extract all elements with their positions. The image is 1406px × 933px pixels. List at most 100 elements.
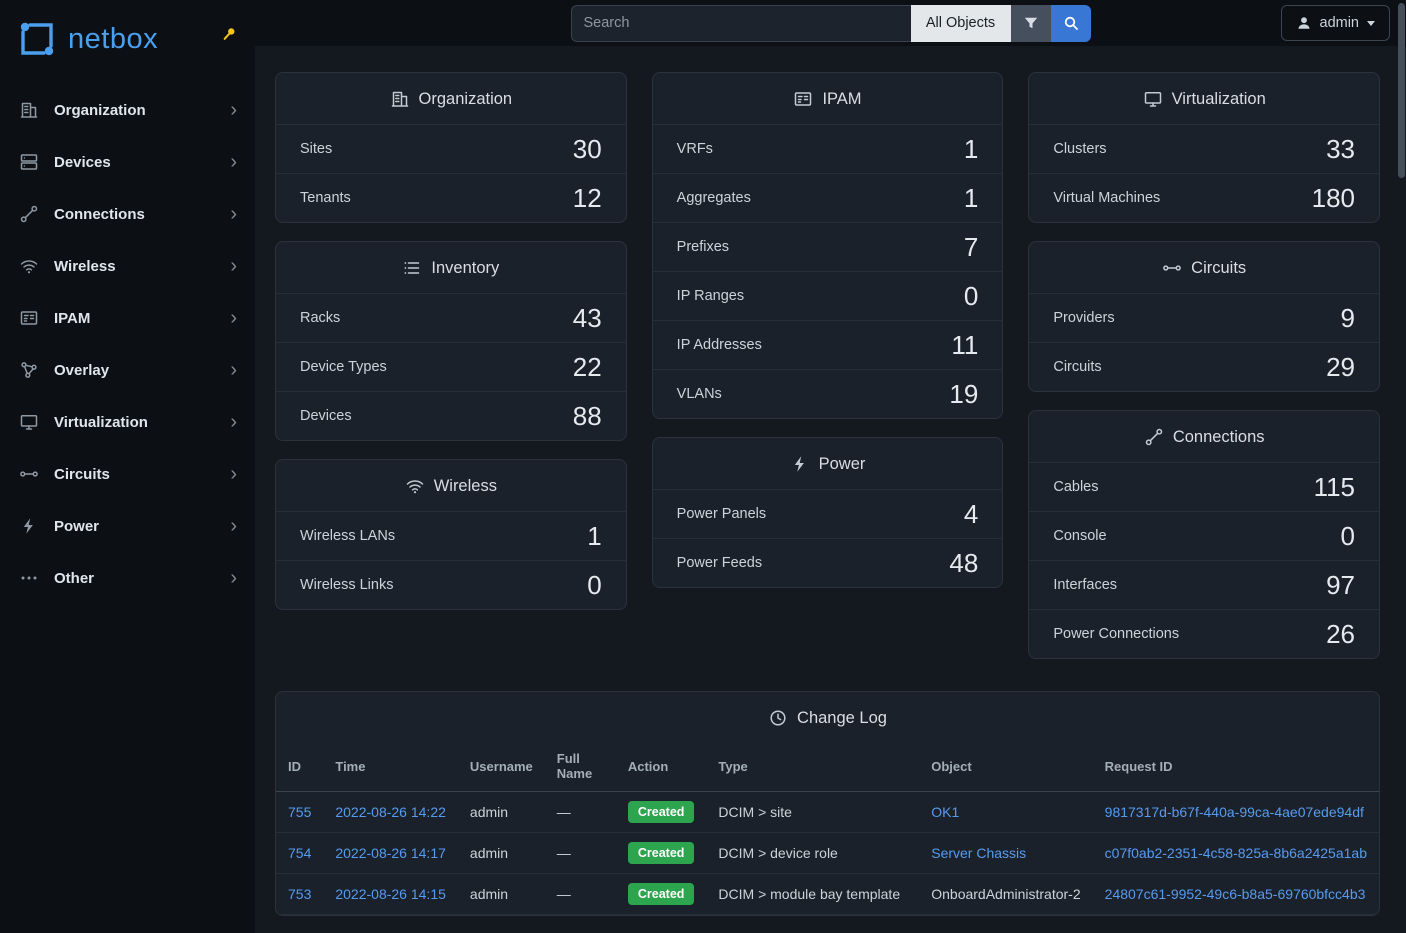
stat-value-link[interactable]: 12: [573, 183, 602, 214]
changelog-row: 755 2022-08-26 14:22 admin — Created DCI…: [276, 792, 1379, 833]
request-id-link[interactable]: 24807c61-9952-49c6-b8a5-69760bfcc4b3: [1105, 886, 1366, 902]
card-header: Power: [653, 438, 1003, 489]
stat-label: Device Types: [300, 359, 387, 375]
type-cell: DCIM > module bay template: [706, 874, 919, 915]
column-header-fullname: Full Name: [545, 743, 616, 792]
changelog-row: 754 2022-08-26 14:17 admin — Created DCI…: [276, 833, 1379, 874]
search-input[interactable]: [571, 5, 911, 42]
brand-name: netbox: [68, 23, 158, 56]
column-header-id: ID: [276, 743, 323, 792]
changelog-id-link[interactable]: 754: [288, 845, 311, 861]
stat-value-link[interactable]: 88: [573, 401, 602, 432]
building-icon: [390, 89, 410, 109]
card-header: Inventory: [276, 242, 626, 293]
stat-value-link[interactable]: 115: [1314, 472, 1355, 503]
fullname-cell: —: [545, 874, 616, 915]
search-submit-button[interactable]: [1051, 5, 1091, 42]
changelog-time-link[interactable]: 2022-08-26 14:15: [335, 886, 446, 902]
column-header-time: Time: [323, 743, 458, 792]
stat-value-link[interactable]: 1: [587, 521, 601, 552]
stat-value-link[interactable]: 48: [949, 548, 978, 579]
card-header: Connections: [1029, 411, 1379, 462]
fullname-cell: —: [545, 833, 616, 874]
changelog-id-link[interactable]: 755: [288, 804, 311, 820]
brand[interactable]: netbox: [0, 0, 255, 76]
sidebar-item-other[interactable]: Other ›: [0, 552, 255, 604]
stat-value-link[interactable]: 9: [1341, 303, 1355, 334]
stat-value-link[interactable]: 0: [1341, 521, 1355, 552]
request-id-link[interactable]: c07f0ab2-2351-4c58-825a-8b6a2425a1ab: [1105, 845, 1367, 861]
chevron-right-icon: ›: [230, 100, 237, 120]
stat-value-link[interactable]: 0: [964, 281, 978, 312]
sidebar-item-ipam[interactable]: IPAM ›: [0, 292, 255, 344]
sidebar-item-devices[interactable]: Devices ›: [0, 136, 255, 188]
stat-value-link[interactable]: 180: [1312, 183, 1355, 214]
inventory-card: Inventory Racks 43 Device Types 22 Devic…: [275, 241, 627, 441]
stat-value-link[interactable]: 7: [964, 232, 978, 263]
action-created-badge: Created: [628, 801, 695, 823]
stat-row: Clusters 33: [1029, 124, 1379, 173]
sidebar-item-wireless[interactable]: Wireless ›: [0, 240, 255, 292]
stat-value-link[interactable]: 26: [1326, 619, 1355, 650]
stat-value-link[interactable]: 19: [949, 379, 978, 410]
pin-sidebar-icon[interactable]: [221, 26, 237, 42]
sidebar: netbox Organization › Devices: [0, 0, 255, 933]
filter-button[interactable]: [1011, 5, 1051, 42]
card-title: Virtualization: [1172, 90, 1266, 109]
stat-label: Wireless Links: [300, 577, 393, 593]
stat-value-link[interactable]: 30: [573, 134, 602, 165]
sidebar-item-label: IPAM: [54, 310, 216, 327]
changelog-time-link[interactable]: 2022-08-26 14:22: [335, 804, 446, 820]
changelog-table: ID Time Username Full Name Action Type O…: [276, 743, 1379, 915]
chevron-right-icon: ›: [230, 464, 237, 484]
sidebar-item-label: Connections: [54, 206, 216, 223]
cable-icon: [1144, 427, 1164, 447]
stat-label: Power Panels: [677, 506, 766, 522]
stat-value-link[interactable]: 0: [587, 570, 601, 601]
user-menu-label: admin: [1320, 15, 1360, 31]
user-menu-button[interactable]: admin: [1281, 5, 1391, 41]
object-link[interactable]: OK1: [931, 804, 959, 820]
search-scope-dropdown[interactable]: All Objects: [911, 5, 1011, 42]
card-title: Circuits: [1191, 259, 1246, 278]
sidebar-item-circuits[interactable]: Circuits ›: [0, 448, 255, 500]
sidebar-item-power[interactable]: Power ›: [0, 500, 255, 552]
stat-label: Prefixes: [677, 239, 729, 255]
changelog-id-link[interactable]: 753: [288, 886, 311, 902]
stat-label: Aggregates: [677, 190, 751, 206]
chevron-right-icon: ›: [230, 152, 237, 172]
monitor-icon: [1143, 89, 1163, 109]
stat-value-link[interactable]: 43: [573, 303, 602, 334]
dashboard-column-2: IPAM VRFs 1 Aggregates 1 Prefixes 7: [652, 72, 1004, 588]
stat-value-link[interactable]: 33: [1326, 134, 1355, 165]
stat-row: VLANs 19: [653, 369, 1003, 418]
stat-value-link[interactable]: 1: [964, 183, 978, 214]
card-title: Organization: [419, 90, 513, 109]
stat-label: Sites: [300, 141, 332, 157]
list-icon: [402, 258, 422, 278]
changelog-time-link[interactable]: 2022-08-26 14:17: [335, 845, 446, 861]
stat-value-link[interactable]: 97: [1326, 570, 1355, 601]
scrollbar-thumb[interactable]: [1398, 3, 1405, 178]
request-id-link[interactable]: 9817317d-b67f-440a-99ca-4ae07ede94df: [1105, 804, 1364, 820]
stat-value-link[interactable]: 1: [964, 134, 978, 165]
stat-row: Circuits 29: [1029, 342, 1379, 391]
chevron-right-icon: ›: [230, 360, 237, 380]
virtualization-icon: [18, 411, 40, 433]
stat-value-link[interactable]: 22: [573, 352, 602, 383]
circuits-card: Circuits Providers 9 Circuits 29: [1028, 241, 1380, 392]
dashboard-column-1: Organization Sites 30 Tenants 12: [275, 72, 627, 610]
sidebar-item-connections[interactable]: Connections ›: [0, 188, 255, 240]
sidebar-item-virtualization[interactable]: Virtualization ›: [0, 396, 255, 448]
sidebar-item-overlay[interactable]: Overlay ›: [0, 344, 255, 396]
page-scrollbar[interactable]: [1398, 0, 1405, 933]
stat-value-link[interactable]: 11: [951, 330, 978, 361]
object-link[interactable]: Server Chassis: [931, 845, 1026, 861]
stat-value-link[interactable]: 4: [964, 499, 978, 530]
chevron-right-icon: ›: [230, 568, 237, 588]
card-title: Inventory: [431, 259, 499, 278]
sidebar-item-organization[interactable]: Organization ›: [0, 84, 255, 136]
circuits-icon: [18, 463, 40, 485]
stat-value-link[interactable]: 29: [1326, 352, 1355, 383]
dashboard-columns: Organization Sites 30 Tenants 12: [275, 72, 1380, 659]
